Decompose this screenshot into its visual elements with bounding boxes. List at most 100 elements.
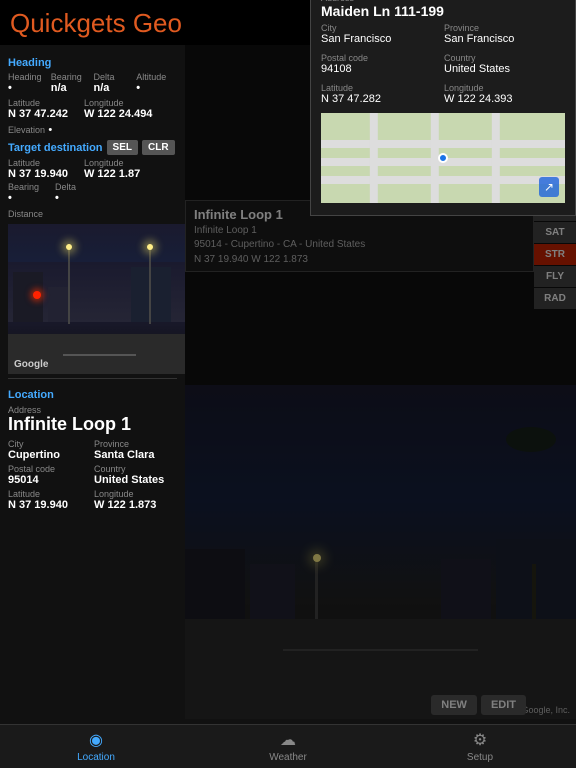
sel-button[interactable]: SEL xyxy=(107,140,138,155)
street-view-left: Google xyxy=(8,224,185,374)
latitude-label: Latitude xyxy=(8,98,68,108)
right-panel: 90° 70° 60° 50° 40° 30° 20° -10° -20° -3… xyxy=(185,45,576,719)
bm-postal-label: Postal code xyxy=(321,53,442,63)
target-longitude: Longitude W 122 1.87 xyxy=(84,158,140,180)
bm-country-value: United States xyxy=(444,63,565,75)
road-line xyxy=(63,354,136,356)
lat-lon-row: Latitude N 37 47.242 Longitude W 122 24.… xyxy=(8,98,177,120)
latitude-item: Latitude N 37 47.242 xyxy=(8,98,68,120)
loc-city-value: Cupertino xyxy=(8,449,91,461)
bm-address-field: Address Maiden Ln 111-199 xyxy=(321,0,565,19)
elevation-label: Elevation xyxy=(8,125,45,135)
elevation-row: Elevation • xyxy=(8,122,177,136)
tab-weather[interactable]: ☁ Weather xyxy=(192,726,384,767)
target-lon-value: W 122 1.87 xyxy=(84,168,140,180)
bm-postal-value: 94108 xyxy=(321,63,442,75)
setup-tab-label: Setup xyxy=(467,752,493,763)
bm-city-province: City San Francisco Province San Francisc… xyxy=(321,23,565,49)
tab-location[interactable]: ◉ Location xyxy=(0,726,192,767)
target-delta: Delta • xyxy=(55,182,76,204)
latitude-value: N 37 47.242 xyxy=(8,108,68,120)
altitude-value: • xyxy=(136,82,177,94)
target-bearing-label: Bearing xyxy=(8,182,39,192)
altitude-label: Altitude xyxy=(136,72,177,82)
target-distance: Distance xyxy=(8,206,177,220)
target-distance-label: Distance xyxy=(8,209,43,219)
bm-province-label: Province xyxy=(444,23,565,33)
target-delta-value: • xyxy=(55,192,76,204)
compass-section-title: Heading xyxy=(8,57,177,69)
street-light-1 xyxy=(68,244,70,324)
loc-postal-value: 95014 xyxy=(8,474,91,486)
setup-tab-icon: ⚙ xyxy=(473,730,487,750)
traffic-light xyxy=(33,291,41,299)
street-light-2 xyxy=(149,244,151,324)
location-tab-label: Location xyxy=(77,752,115,763)
location-title: Location xyxy=(8,389,177,401)
left-panel: Heading Heading • Bearing n/a Delta n/a … xyxy=(0,45,185,719)
loc-country-value: United States xyxy=(94,474,177,486)
bm-country: Country United States xyxy=(444,53,565,75)
location-address-big: Infinite Loop 1 xyxy=(8,415,177,435)
delta-value: n/a xyxy=(94,82,135,94)
target-lat-label: Latitude xyxy=(8,158,68,168)
loc-lon-label: Longitude xyxy=(94,489,177,499)
loc-lon-value: W 122 1.873 xyxy=(94,499,177,511)
bm-lon-label: Longitude xyxy=(444,83,565,93)
target-lon-label: Longitude xyxy=(84,158,140,168)
delta-label: Delta xyxy=(94,72,135,82)
bearing-label: Bearing xyxy=(51,72,92,82)
bm-lon-value: W 122 24.393 xyxy=(444,93,565,105)
loc-lat-value: N 37 19.940 xyxy=(8,499,91,511)
bm-postal: Postal code 94108 xyxy=(321,53,442,75)
loc-country-label: Country xyxy=(94,464,177,474)
mini-map: ↗ xyxy=(321,113,565,203)
longitude-item: Longitude W 122 24.494 xyxy=(84,98,153,120)
tab-bar: ◉ Location ☁ Weather ⚙ Setup xyxy=(0,724,576,768)
loc-province-value: Santa Clara xyxy=(94,449,177,461)
bm-country-label: Country xyxy=(444,53,565,63)
target-latitude: Latitude N 37 19.940 xyxy=(8,158,68,180)
target-title: Target destination xyxy=(8,142,103,154)
loc-city-label: City xyxy=(8,439,91,449)
longitude-value: W 122 24.494 xyxy=(84,108,153,120)
google-label-left: Google xyxy=(14,359,48,370)
bm-province: Province San Francisco xyxy=(444,23,565,45)
longitude-label: Longitude xyxy=(84,98,153,108)
target-section: Target destination SEL CLR Latitude N 37… xyxy=(8,140,177,220)
target-header: Target destination SEL CLR xyxy=(8,140,177,155)
bm-province-value: San Francisco xyxy=(444,33,565,45)
loc-longitude: Longitude W 122 1.873 xyxy=(94,489,177,511)
weather-tab-icon: ☁ xyxy=(280,730,296,750)
tab-setup[interactable]: ⚙ Setup xyxy=(384,726,576,767)
bearing-item: Bearing n/a xyxy=(51,72,92,94)
bm-address-value: Maiden Ln 111-199 xyxy=(321,3,565,19)
altitude-item: Altitude • xyxy=(136,72,177,94)
weather-tab-label: Weather xyxy=(269,752,307,763)
target-bearing-value: • xyxy=(8,192,39,204)
elevation-value: • xyxy=(48,124,52,136)
heading-item: Heading • xyxy=(8,72,49,94)
building-3 xyxy=(131,267,171,322)
street-scene-left xyxy=(8,224,185,374)
map-direction-btn[interactable]: ↗ xyxy=(539,177,559,197)
bearing-value: n/a xyxy=(51,82,92,94)
compass-data-grid: Heading • Bearing n/a Delta n/a Altitude… xyxy=(8,72,177,94)
bm-lat-lon: Latitude N 37 47.282 Longitude W 122 24.… xyxy=(321,83,565,109)
heading-label: Heading xyxy=(8,72,49,82)
bm-postal-country: Postal code 94108 Country United States xyxy=(321,53,565,79)
clr-button[interactable]: CLR xyxy=(142,140,175,155)
loc-country: Country United States xyxy=(94,464,177,486)
loc-latitude: Latitude N 37 19.940 xyxy=(8,489,91,511)
target-lat-value: N 37 19.940 xyxy=(8,168,68,180)
bm-city-value: San Francisco xyxy=(321,33,442,45)
main-content: Heading Heading • Bearing n/a Delta n/a … xyxy=(0,45,576,719)
bm-lat-label: Latitude xyxy=(321,83,442,93)
loc-province-label: Province xyxy=(94,439,177,449)
target-lat-lon: Latitude N 37 19.940 Longitude W 122 1.8… xyxy=(8,158,177,180)
heading-value: • xyxy=(8,82,49,94)
loc-postal: Postal code 95014 xyxy=(8,464,91,486)
bookmark-content: Name Maiden Ln 111-199 Address Maiden Ln… xyxy=(311,0,575,215)
location-tab-icon: ◉ xyxy=(89,730,103,750)
bm-latitude: Latitude N 37 47.282 xyxy=(321,83,442,105)
